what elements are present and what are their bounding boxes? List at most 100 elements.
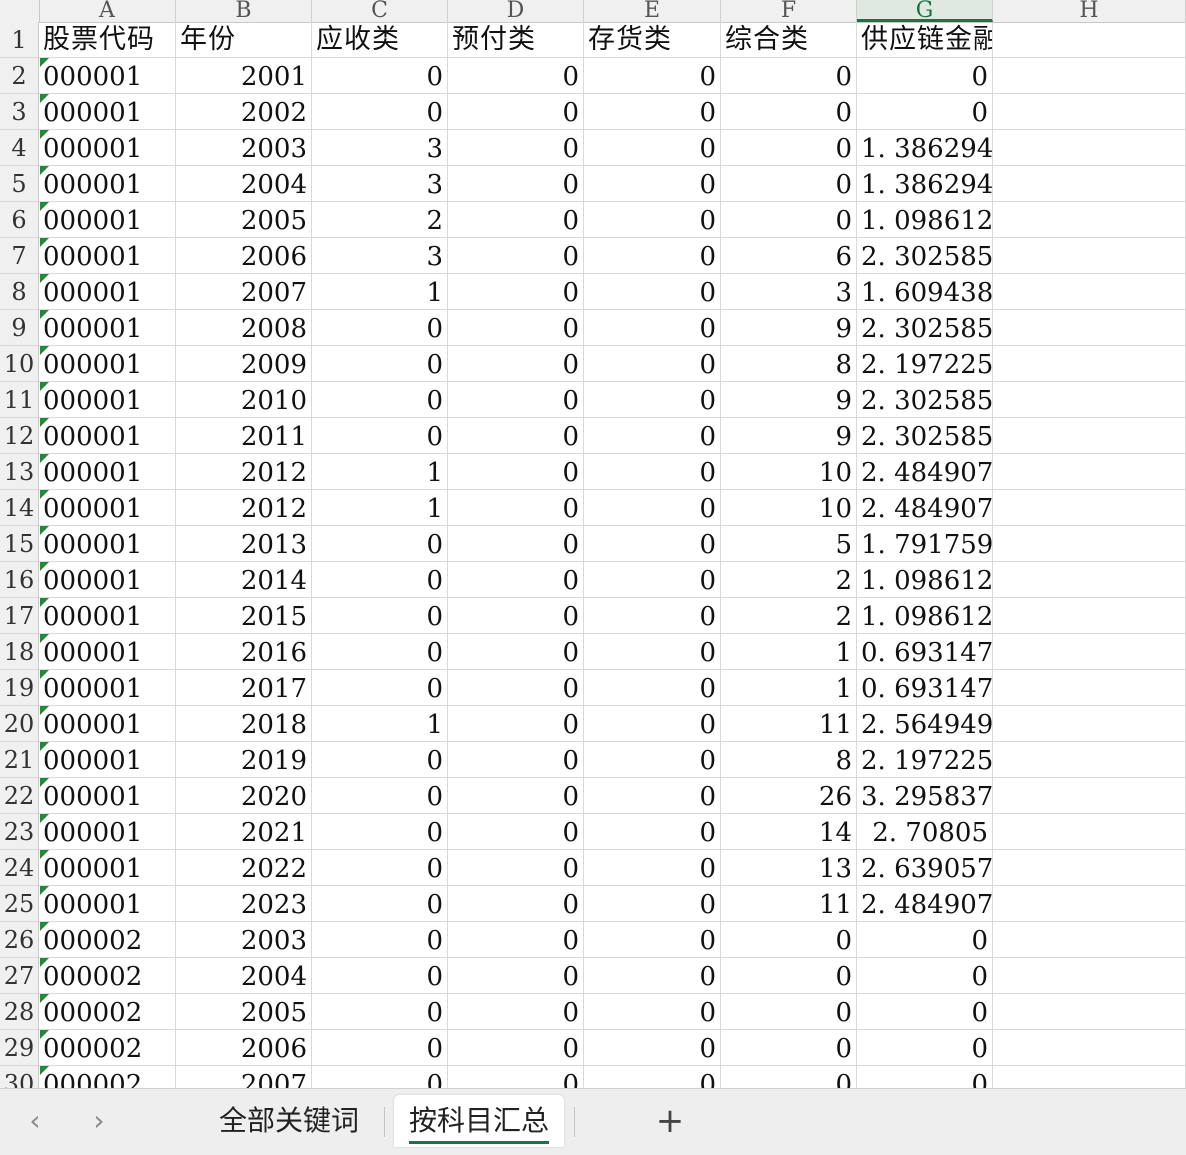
row-number[interactable]: 3 (0, 94, 39, 130)
cell-a[interactable]: 000001 (39, 778, 176, 814)
cell-c[interactable]: 0 (312, 850, 448, 886)
cell-h[interactable] (993, 346, 1186, 382)
cell-f[interactable]: 6 (721, 238, 857, 274)
row-number[interactable]: 23 (0, 814, 39, 850)
cell-f[interactable]: 2 (721, 562, 857, 598)
row-number[interactable]: 5 (0, 166, 39, 202)
cell-a[interactable]: 000001 (39, 490, 176, 526)
cell-d[interactable]: 预付类 (448, 22, 584, 58)
cell-b[interactable]: 2006 (176, 1030, 312, 1066)
cell-g[interactable]: 0 (857, 1030, 993, 1066)
cell-c[interactable]: 应收类 (312, 22, 448, 58)
cell-f[interactable]: 26 (721, 778, 857, 814)
column-header-f[interactable]: F (721, 0, 857, 22)
cell-b[interactable]: 2004 (176, 166, 312, 202)
cell-f[interactable]: 9 (721, 418, 857, 454)
cell-b[interactable]: 2009 (176, 346, 312, 382)
cell-g[interactable]: 0. 693147 (857, 634, 993, 670)
row-number[interactable]: 12 (0, 418, 39, 454)
cell-e[interactable]: 0 (584, 310, 721, 346)
cell-a[interactable]: 000001 (39, 202, 176, 238)
row-number[interactable]: 8 (0, 274, 39, 310)
cell-h[interactable] (993, 634, 1186, 670)
cell-h[interactable] (993, 310, 1186, 346)
column-header-e[interactable]: E (584, 0, 721, 22)
cell-h[interactable] (993, 1030, 1186, 1066)
cell-c[interactable]: 0 (312, 418, 448, 454)
cell-g[interactable]: 0 (857, 58, 993, 94)
cell-h[interactable] (993, 742, 1186, 778)
row-number[interactable]: 10 (0, 346, 39, 382)
cell-c[interactable]: 0 (312, 526, 448, 562)
cell-g[interactable]: 1. 098612 (857, 202, 993, 238)
cell-b[interactable]: 2022 (176, 850, 312, 886)
cell-a[interactable]: 000001 (39, 418, 176, 454)
cell-h[interactable] (993, 670, 1186, 706)
cell-b[interactable]: 2020 (176, 778, 312, 814)
cell-b[interactable]: 2013 (176, 526, 312, 562)
cell-h[interactable] (993, 418, 1186, 454)
chevron-left-icon[interactable]: ‹ (20, 1103, 50, 1139)
cell-f[interactable]: 综合类 (721, 22, 857, 58)
cell-a[interactable]: 000001 (39, 274, 176, 310)
cell-a[interactable]: 000001 (39, 670, 176, 706)
cell-c[interactable]: 0 (312, 886, 448, 922)
cell-g[interactable]: 2. 197225 (857, 346, 993, 382)
cell-b[interactable]: 2007 (176, 1066, 312, 1088)
cell-d[interactable]: 0 (448, 310, 584, 346)
cell-c[interactable]: 0 (312, 310, 448, 346)
row-number[interactable]: 14 (0, 490, 39, 526)
cell-a[interactable]: 000001 (39, 454, 176, 490)
cell-d[interactable]: 0 (448, 886, 584, 922)
row-number[interactable]: 17 (0, 598, 39, 634)
row-number[interactable]: 28 (0, 994, 39, 1030)
cell-a[interactable]: 000001 (39, 310, 176, 346)
cell-f[interactable]: 2 (721, 598, 857, 634)
cell-b[interactable]: 2005 (176, 202, 312, 238)
cell-b[interactable]: 2014 (176, 562, 312, 598)
cell-f[interactable]: 8 (721, 346, 857, 382)
cell-a[interactable]: 000001 (39, 130, 176, 166)
cell-c[interactable]: 1 (312, 706, 448, 742)
cell-h[interactable] (993, 202, 1186, 238)
cell-c[interactable]: 1 (312, 490, 448, 526)
cell-b[interactable]: 2004 (176, 958, 312, 994)
cell-c[interactable]: 0 (312, 1030, 448, 1066)
cell-e[interactable]: 0 (584, 454, 721, 490)
cell-h[interactable] (993, 166, 1186, 202)
cell-d[interactable]: 0 (448, 1030, 584, 1066)
cell-c[interactable]: 0 (312, 922, 448, 958)
cell-h[interactable] (993, 706, 1186, 742)
cell-a[interactable]: 000001 (39, 850, 176, 886)
cell-e[interactable]: 0 (584, 166, 721, 202)
cell-b[interactable]: 2007 (176, 274, 312, 310)
cell-d[interactable]: 0 (448, 706, 584, 742)
cell-b[interactable]: 2006 (176, 238, 312, 274)
cell-a[interactable]: 股票代码 (39, 22, 176, 58)
cell-d[interactable]: 0 (448, 346, 584, 382)
cell-b[interactable]: 2003 (176, 130, 312, 166)
cell-d[interactable]: 0 (448, 202, 584, 238)
row-number[interactable]: 7 (0, 238, 39, 274)
cell-e[interactable]: 0 (584, 58, 721, 94)
cell-d[interactable]: 0 (448, 598, 584, 634)
cell-c[interactable]: 1 (312, 274, 448, 310)
cell-h[interactable] (993, 1066, 1186, 1088)
cell-f[interactable]: 0 (721, 1066, 857, 1088)
cell-a[interactable]: 000002 (39, 1030, 176, 1066)
cell-g[interactable]: 2. 302585 (857, 382, 993, 418)
cell-h[interactable] (993, 958, 1186, 994)
cell-a[interactable]: 000001 (39, 382, 176, 418)
cell-e[interactable]: 0 (584, 346, 721, 382)
row-number[interactable]: 9 (0, 310, 39, 346)
cell-f[interactable]: 14 (721, 814, 857, 850)
cell-e[interactable]: 0 (584, 562, 721, 598)
cell-e[interactable]: 0 (584, 634, 721, 670)
cell-e[interactable]: 0 (584, 94, 721, 130)
cell-f[interactable]: 3 (721, 274, 857, 310)
cell-d[interactable]: 0 (448, 562, 584, 598)
cell-b[interactable]: 2003 (176, 922, 312, 958)
row-number[interactable]: 2 (0, 58, 39, 94)
cell-h[interactable] (993, 274, 1186, 310)
cell-f[interactable]: 0 (721, 166, 857, 202)
